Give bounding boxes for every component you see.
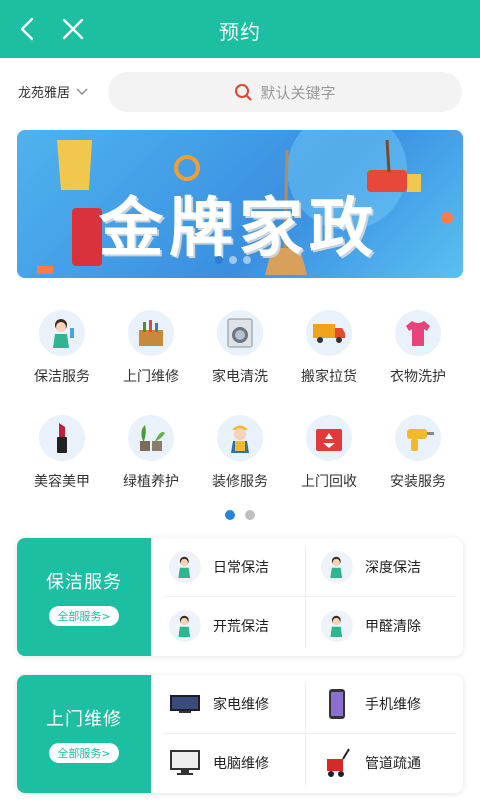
category-laundry[interactable]: 衣物洗护 — [373, 310, 463, 386]
category-repair[interactable]: 上门维修 — [106, 310, 196, 386]
section-title: 上门维修 — [46, 709, 122, 730]
category-beauty[interactable]: 美容美甲 — [17, 415, 107, 491]
category-label: 家电清洗 — [212, 369, 268, 385]
category-label: 绿植养护 — [123, 474, 179, 490]
recycle-box-icon — [306, 415, 352, 461]
search-input[interactable]: 默认关键字 — [108, 72, 462, 112]
category-cleaning[interactable]: 保洁服务 — [17, 310, 107, 386]
service-label: 甲醛清除 — [365, 619, 421, 635]
search-placeholder: 默认关键字 — [260, 83, 336, 102]
plants-icon — [128, 415, 174, 461]
category-label: 美容美甲 — [34, 474, 90, 490]
banner-dot — [215, 256, 223, 264]
cleaner-woman-icon — [321, 610, 353, 642]
cleaner-woman-icon — [169, 610, 201, 642]
cleaner-woman-icon — [321, 551, 353, 583]
section-title: 保洁服务 — [46, 572, 122, 593]
washing-machine-icon — [217, 310, 263, 356]
service-label: 深度保洁 — [365, 560, 421, 576]
promo-banner[interactable]: 金牌家政 — [17, 130, 463, 278]
toolbox-icon — [128, 310, 174, 356]
search-icon — [235, 84, 252, 101]
category-label: 保洁服务 — [34, 369, 90, 385]
all-services-button[interactable]: 全部服务> — [49, 743, 119, 763]
category-appliance-wash[interactable]: 家电清洗 — [195, 310, 285, 386]
chevron-down-icon — [76, 88, 88, 95]
page-title: 预约 — [219, 20, 261, 44]
service-label: 管道疏通 — [365, 756, 421, 772]
truck-icon — [306, 310, 352, 356]
category-label: 安装服务 — [390, 474, 446, 490]
category-moving[interactable]: 搬家拉货 — [284, 310, 374, 386]
category-installation[interactable]: 安装服务 — [373, 415, 463, 491]
section-header: 保洁服务 全部服务> — [17, 538, 151, 656]
category-label: 上门回收 — [301, 474, 357, 490]
service-item[interactable]: 家电维修 — [157, 675, 311, 733]
category-label: 搬家拉货 — [301, 369, 357, 385]
lipstick-icon — [39, 415, 85, 461]
computer-icon — [169, 747, 201, 779]
service-label: 家电维修 — [213, 697, 269, 713]
service-item[interactable]: 日常保洁 — [157, 538, 311, 596]
plunger-icon — [321, 747, 353, 779]
category-label: 衣物洗护 — [390, 369, 446, 385]
category-pager — [0, 510, 480, 520]
service-label: 手机维修 — [365, 697, 421, 713]
section-cleaning: 保洁服务 全部服务> 日常保洁 深度保洁 开荒保洁 甲醛清除 — [17, 538, 463, 656]
service-item[interactable]: 电脑维修 — [157, 734, 311, 792]
service-label: 日常保洁 — [213, 560, 269, 576]
service-label: 开荒保洁 — [213, 619, 269, 635]
section-header: 上门维修 全部服务> — [17, 675, 151, 793]
service-item[interactable]: 深度保洁 — [309, 538, 463, 596]
location-search-bar: 龙苑雅居 默认关键字 — [0, 72, 480, 114]
location-selector[interactable]: 龙苑雅居 — [18, 82, 88, 101]
category-plants[interactable]: 绿植养护 — [106, 415, 196, 491]
tshirt-icon — [395, 310, 441, 356]
worker-icon — [217, 415, 263, 461]
section-repair: 上门维修 全部服务> 家电维修 手机维修 电脑维修 管道疏通 — [17, 675, 463, 793]
service-item[interactable]: 开荒保洁 — [157, 597, 311, 655]
pager-dot-active[interactable] — [225, 510, 235, 520]
cleaner-woman-icon — [39, 310, 85, 356]
banner-pager — [215, 256, 251, 264]
category-label: 装修服务 — [212, 474, 268, 490]
banner-dot — [229, 256, 237, 264]
phone-icon — [321, 688, 353, 720]
app-header: 预约 — [0, 0, 480, 58]
all-services-button[interactable]: 全部服务> — [49, 606, 119, 626]
location-name: 龙苑雅居 — [18, 86, 71, 101]
service-item[interactable]: 管道疏通 — [309, 734, 463, 792]
category-label: 上门维修 — [123, 369, 179, 385]
category-recycling[interactable]: 上门回收 — [284, 415, 374, 491]
service-label: 电脑维修 — [213, 756, 269, 772]
tv-icon — [169, 688, 201, 720]
service-item[interactable]: 甲醛清除 — [309, 597, 463, 655]
category-renovation[interactable]: 装修服务 — [195, 415, 285, 491]
cleaner-woman-icon — [169, 551, 201, 583]
drill-icon — [395, 415, 441, 461]
service-item[interactable]: 手机维修 — [309, 675, 463, 733]
banner-dot — [243, 256, 251, 264]
pager-dot[interactable] — [245, 510, 255, 520]
